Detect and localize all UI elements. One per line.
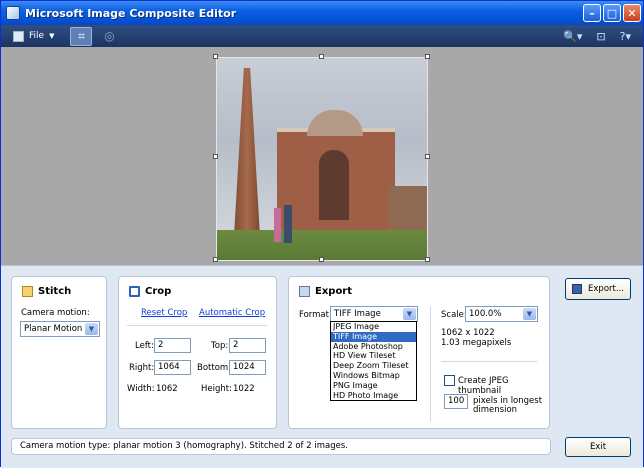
chevron-down-icon: ▼ <box>49 32 55 40</box>
crop-tool-button[interactable]: ⌗ <box>70 26 93 46</box>
crop-handle[interactable] <box>425 54 430 59</box>
export-panel: Export Format: TIFF Image ▼ Scale: 100.0… <box>288 276 550 429</box>
chevron-down-icon: ▼ <box>85 323 98 335</box>
format-option[interactable]: JPEG Image <box>331 322 416 332</box>
file-menu-label: File <box>29 31 45 41</box>
crop-handle[interactable] <box>319 54 324 59</box>
format-option[interactable]: Adobe Photoshop <box>331 342 416 352</box>
right-input[interactable]: 1064 <box>154 360 191 375</box>
export-button[interactable]: Export... <box>565 278 631 300</box>
camera-motion-value: Planar Motion 3 <box>24 324 91 334</box>
crop-handle[interactable] <box>213 54 218 59</box>
format-option[interactable]: PNG Image <box>331 381 416 391</box>
app-icon <box>6 6 20 20</box>
status-bar: Camera motion type: planar motion 3 (hom… <box>11 438 551 455</box>
reset-crop-link[interactable]: Reset Crop <box>141 308 187 318</box>
exit-button[interactable]: Exit <box>565 437 631 457</box>
status-text: Camera motion type: planar motion 3 (hom… <box>20 441 348 451</box>
window-title: Microsoft Image Composite Editor <box>25 6 237 20</box>
jpeg-thumbnail-checkbox[interactable] <box>444 375 455 386</box>
format-option[interactable]: TIFF Image <box>331 331 416 342</box>
export-icon <box>299 286 310 297</box>
crop-title-row: Crop <box>129 286 171 297</box>
scale-label: Scale: <box>441 310 467 320</box>
camera-motion-label: Camera motion: <box>21 308 90 318</box>
crop-handle[interactable] <box>213 257 218 262</box>
crop-panel: Crop Reset Crop Automatic Crop Left: 2 T… <box>118 276 277 429</box>
crop-handle[interactable] <box>425 257 430 262</box>
format-option[interactable]: HD View Tileset <box>331 351 416 361</box>
format-option[interactable]: Deep Zoom Tileset <box>331 361 416 371</box>
fit-to-window-icon[interactable]: ⊡ <box>596 30 605 43</box>
zoom-button[interactable]: 🔍▾ <box>563 30 582 43</box>
format-dropdown-list: JPEG Image TIFF Image Adobe Photoshop HD Vi… <box>330 321 417 402</box>
maximize-button[interactable]: □ <box>603 4 621 22</box>
panorama-canvas[interactable] <box>1 47 643 265</box>
width-value: 1062 <box>156 384 178 394</box>
height-label: Height: <box>201 384 232 394</box>
stitch-title: Stitch <box>38 286 72 297</box>
megapixels-text: 1.03 megapixels <box>441 338 512 348</box>
help-button[interactable]: ?▾ <box>620 30 631 43</box>
settings-area: Stitch Camera motion: Planar Motion 3 ▼ … <box>1 265 643 468</box>
minimize-button[interactable]: – <box>583 4 601 22</box>
right-label: Right: <box>129 363 155 373</box>
chevron-down-icon: ▼ <box>403 308 416 320</box>
camera-motion-select[interactable]: Planar Motion 3 ▼ <box>20 321 100 337</box>
file-menu[interactable]: File ▼ <box>13 30 55 42</box>
format-select[interactable]: TIFF Image ▼ <box>330 306 418 322</box>
stitched-panorama-image <box>216 57 428 261</box>
export-button-label: Export... <box>588 284 624 294</box>
crop-handle[interactable] <box>425 154 430 159</box>
crop-title: Crop <box>145 286 172 297</box>
close-button[interactable]: ✕ <box>623 4 641 22</box>
scale-select[interactable]: 100.0% ▼ <box>465 306 538 322</box>
export-title-row: Export <box>299 286 352 297</box>
crop-icon: ⌗ <box>78 28 85 43</box>
chevron-down-icon: ▼ <box>523 308 536 320</box>
format-option[interactable]: Windows Bitmap <box>331 371 416 381</box>
height-value: 1022 <box>233 384 255 394</box>
stitch-title-row: Stitch <box>22 286 71 297</box>
format-label: Format: <box>299 310 332 320</box>
top-input[interactable]: 2 <box>229 338 266 353</box>
toolbar: File ▼ ⌗ ◎ 🔍▾ ⊡ ?▾ <box>1 25 643 47</box>
scale-value: 100.0% <box>469 309 502 319</box>
save-icon <box>572 284 583 294</box>
stitch-panel: Stitch Camera motion: Planar Motion 3 ▼ <box>11 276 107 429</box>
format-value: TIFF Image <box>334 309 381 319</box>
navigator-button[interactable]: ◎ <box>98 27 120 46</box>
stitch-icon <box>22 286 33 297</box>
bottom-input[interactable]: 1024 <box>229 360 266 375</box>
dimensions-text: 1062 x 1022 <box>441 328 495 338</box>
crop-handle[interactable] <box>213 154 218 159</box>
pixels-label-line2: dimension <box>473 405 518 415</box>
automatic-crop-link[interactable]: Automatic Crop <box>199 308 265 318</box>
exit-button-label: Exit <box>589 442 607 452</box>
thumbnail-size-input[interactable]: 100 <box>444 394 468 409</box>
crop-handle[interactable] <box>319 257 324 262</box>
title-bar: Microsoft Image Composite Editor – □ ✕ <box>1 1 643 25</box>
bottom-label: Bottom: <box>197 363 232 373</box>
globe-icon: ◎ <box>104 29 115 43</box>
file-icon <box>13 30 24 42</box>
crop-icon <box>129 286 140 297</box>
format-option[interactable]: HD Photo Image <box>331 391 416 401</box>
top-label: Top: <box>211 341 229 351</box>
app-window: Microsoft Image Composite Editor – □ ✕ F… <box>0 0 644 468</box>
export-title: Export <box>315 286 353 297</box>
left-label: Left: <box>135 341 154 351</box>
jpeg-thumbnail-label: Create JPEG thumbnail <box>458 376 509 396</box>
width-label: Width: <box>127 384 155 394</box>
left-input[interactable]: 2 <box>154 338 191 353</box>
